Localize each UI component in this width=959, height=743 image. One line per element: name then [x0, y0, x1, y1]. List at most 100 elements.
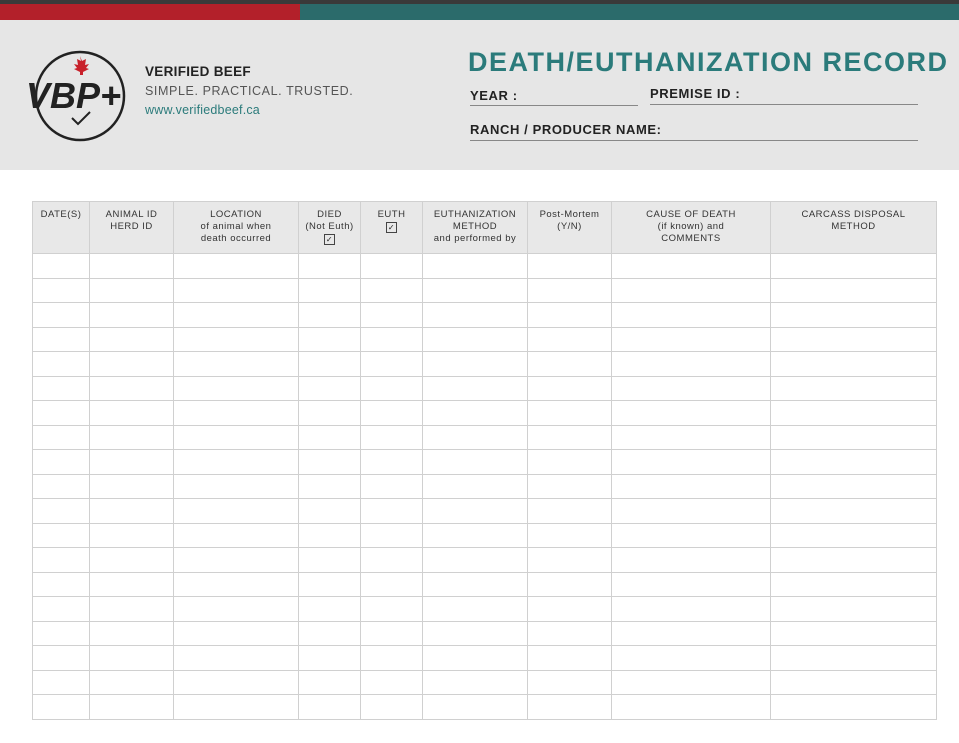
table-cell[interactable]	[32, 669, 90, 695]
table-cell[interactable]	[422, 253, 528, 279]
table-cell[interactable]	[527, 620, 612, 646]
table-cell[interactable]	[770, 277, 937, 303]
table-cell[interactable]	[89, 400, 174, 426]
table-cell[interactable]	[422, 694, 528, 720]
table-cell[interactable]	[422, 326, 528, 352]
table-cell[interactable]	[360, 302, 423, 328]
table-cell[interactable]	[173, 620, 299, 646]
table-cell[interactable]	[360, 620, 423, 646]
table-cell[interactable]	[89, 449, 174, 475]
table-cell[interactable]	[770, 669, 937, 695]
table-cell[interactable]	[422, 645, 528, 671]
table-cell[interactable]	[611, 645, 771, 671]
table-cell[interactable]	[89, 547, 174, 573]
table-cell[interactable]	[173, 669, 299, 695]
table-cell[interactable]	[611, 571, 771, 597]
table-cell[interactable]	[770, 547, 937, 573]
table-cell[interactable]	[611, 277, 771, 303]
table-cell[interactable]	[173, 302, 299, 328]
table-cell[interactable]	[298, 620, 361, 646]
year-field[interactable]	[470, 105, 638, 106]
table-cell[interactable]	[32, 596, 90, 622]
table-cell[interactable]	[770, 400, 937, 426]
table-cell[interactable]	[611, 302, 771, 328]
table-cell[interactable]	[611, 400, 771, 426]
table-cell[interactable]	[32, 400, 90, 426]
table-cell[interactable]	[611, 253, 771, 279]
table-cell[interactable]	[527, 375, 612, 401]
table-cell[interactable]	[298, 375, 361, 401]
table-cell[interactable]	[32, 522, 90, 548]
table-cell[interactable]	[298, 424, 361, 450]
table-cell[interactable]	[360, 351, 423, 377]
table-cell[interactable]	[422, 571, 528, 597]
table-cell[interactable]	[360, 571, 423, 597]
table-cell[interactable]	[173, 596, 299, 622]
table-cell[interactable]	[527, 326, 612, 352]
table-cell[interactable]	[89, 326, 174, 352]
table-cell[interactable]	[527, 694, 612, 720]
table-cell[interactable]	[298, 694, 361, 720]
table-cell[interactable]	[32, 449, 90, 475]
table-cell[interactable]	[89, 302, 174, 328]
table-cell[interactable]	[32, 277, 90, 303]
premise-id-field[interactable]	[650, 104, 918, 105]
table-cell[interactable]	[298, 645, 361, 671]
table-cell[interactable]	[173, 473, 299, 499]
table-cell[interactable]	[611, 522, 771, 548]
table-cell[interactable]	[360, 596, 423, 622]
table-cell[interactable]	[422, 473, 528, 499]
table-cell[interactable]	[527, 302, 612, 328]
ranch-producer-name-field[interactable]	[470, 140, 918, 141]
table-cell[interactable]	[611, 669, 771, 695]
table-cell[interactable]	[360, 449, 423, 475]
table-cell[interactable]	[770, 596, 937, 622]
table-cell[interactable]	[173, 424, 299, 450]
table-cell[interactable]	[527, 424, 612, 450]
table-cell[interactable]	[611, 449, 771, 475]
table-cell[interactable]	[611, 473, 771, 499]
table-cell[interactable]	[360, 498, 423, 524]
table-cell[interactable]	[527, 669, 612, 695]
table-cell[interactable]	[770, 253, 937, 279]
table-cell[interactable]	[89, 277, 174, 303]
table-cell[interactable]	[527, 547, 612, 573]
table-cell[interactable]	[360, 547, 423, 573]
table-cell[interactable]	[527, 351, 612, 377]
table-cell[interactable]	[89, 351, 174, 377]
table-cell[interactable]	[89, 498, 174, 524]
table-cell[interactable]	[298, 669, 361, 695]
table-cell[interactable]	[32, 253, 90, 279]
table-cell[interactable]	[173, 694, 299, 720]
table-cell[interactable]	[360, 277, 423, 303]
table-cell[interactable]	[173, 449, 299, 475]
table-cell[interactable]	[89, 253, 174, 279]
table-cell[interactable]	[173, 522, 299, 548]
table-cell[interactable]	[173, 547, 299, 573]
table-cell[interactable]	[32, 571, 90, 597]
table-cell[interactable]	[89, 473, 174, 499]
table-cell[interactable]	[770, 449, 937, 475]
table-cell[interactable]	[89, 620, 174, 646]
table-cell[interactable]	[298, 449, 361, 475]
table-cell[interactable]	[770, 620, 937, 646]
table-cell[interactable]	[527, 571, 612, 597]
table-cell[interactable]	[527, 522, 612, 548]
table-cell[interactable]	[422, 302, 528, 328]
table-cell[interactable]	[527, 473, 612, 499]
table-cell[interactable]	[173, 277, 299, 303]
table-cell[interactable]	[360, 522, 423, 548]
brand-website-link[interactable]: www.verifiedbeef.ca	[145, 103, 260, 117]
table-cell[interactable]	[770, 694, 937, 720]
table-cell[interactable]	[298, 473, 361, 499]
table-cell[interactable]	[360, 400, 423, 426]
table-cell[interactable]	[422, 424, 528, 450]
table-cell[interactable]	[360, 424, 423, 450]
table-cell[interactable]	[770, 522, 937, 548]
table-cell[interactable]	[422, 522, 528, 548]
table-cell[interactable]	[360, 645, 423, 671]
table-cell[interactable]	[32, 547, 90, 573]
table-cell[interactable]	[422, 277, 528, 303]
table-cell[interactable]	[422, 351, 528, 377]
table-cell[interactable]	[527, 277, 612, 303]
